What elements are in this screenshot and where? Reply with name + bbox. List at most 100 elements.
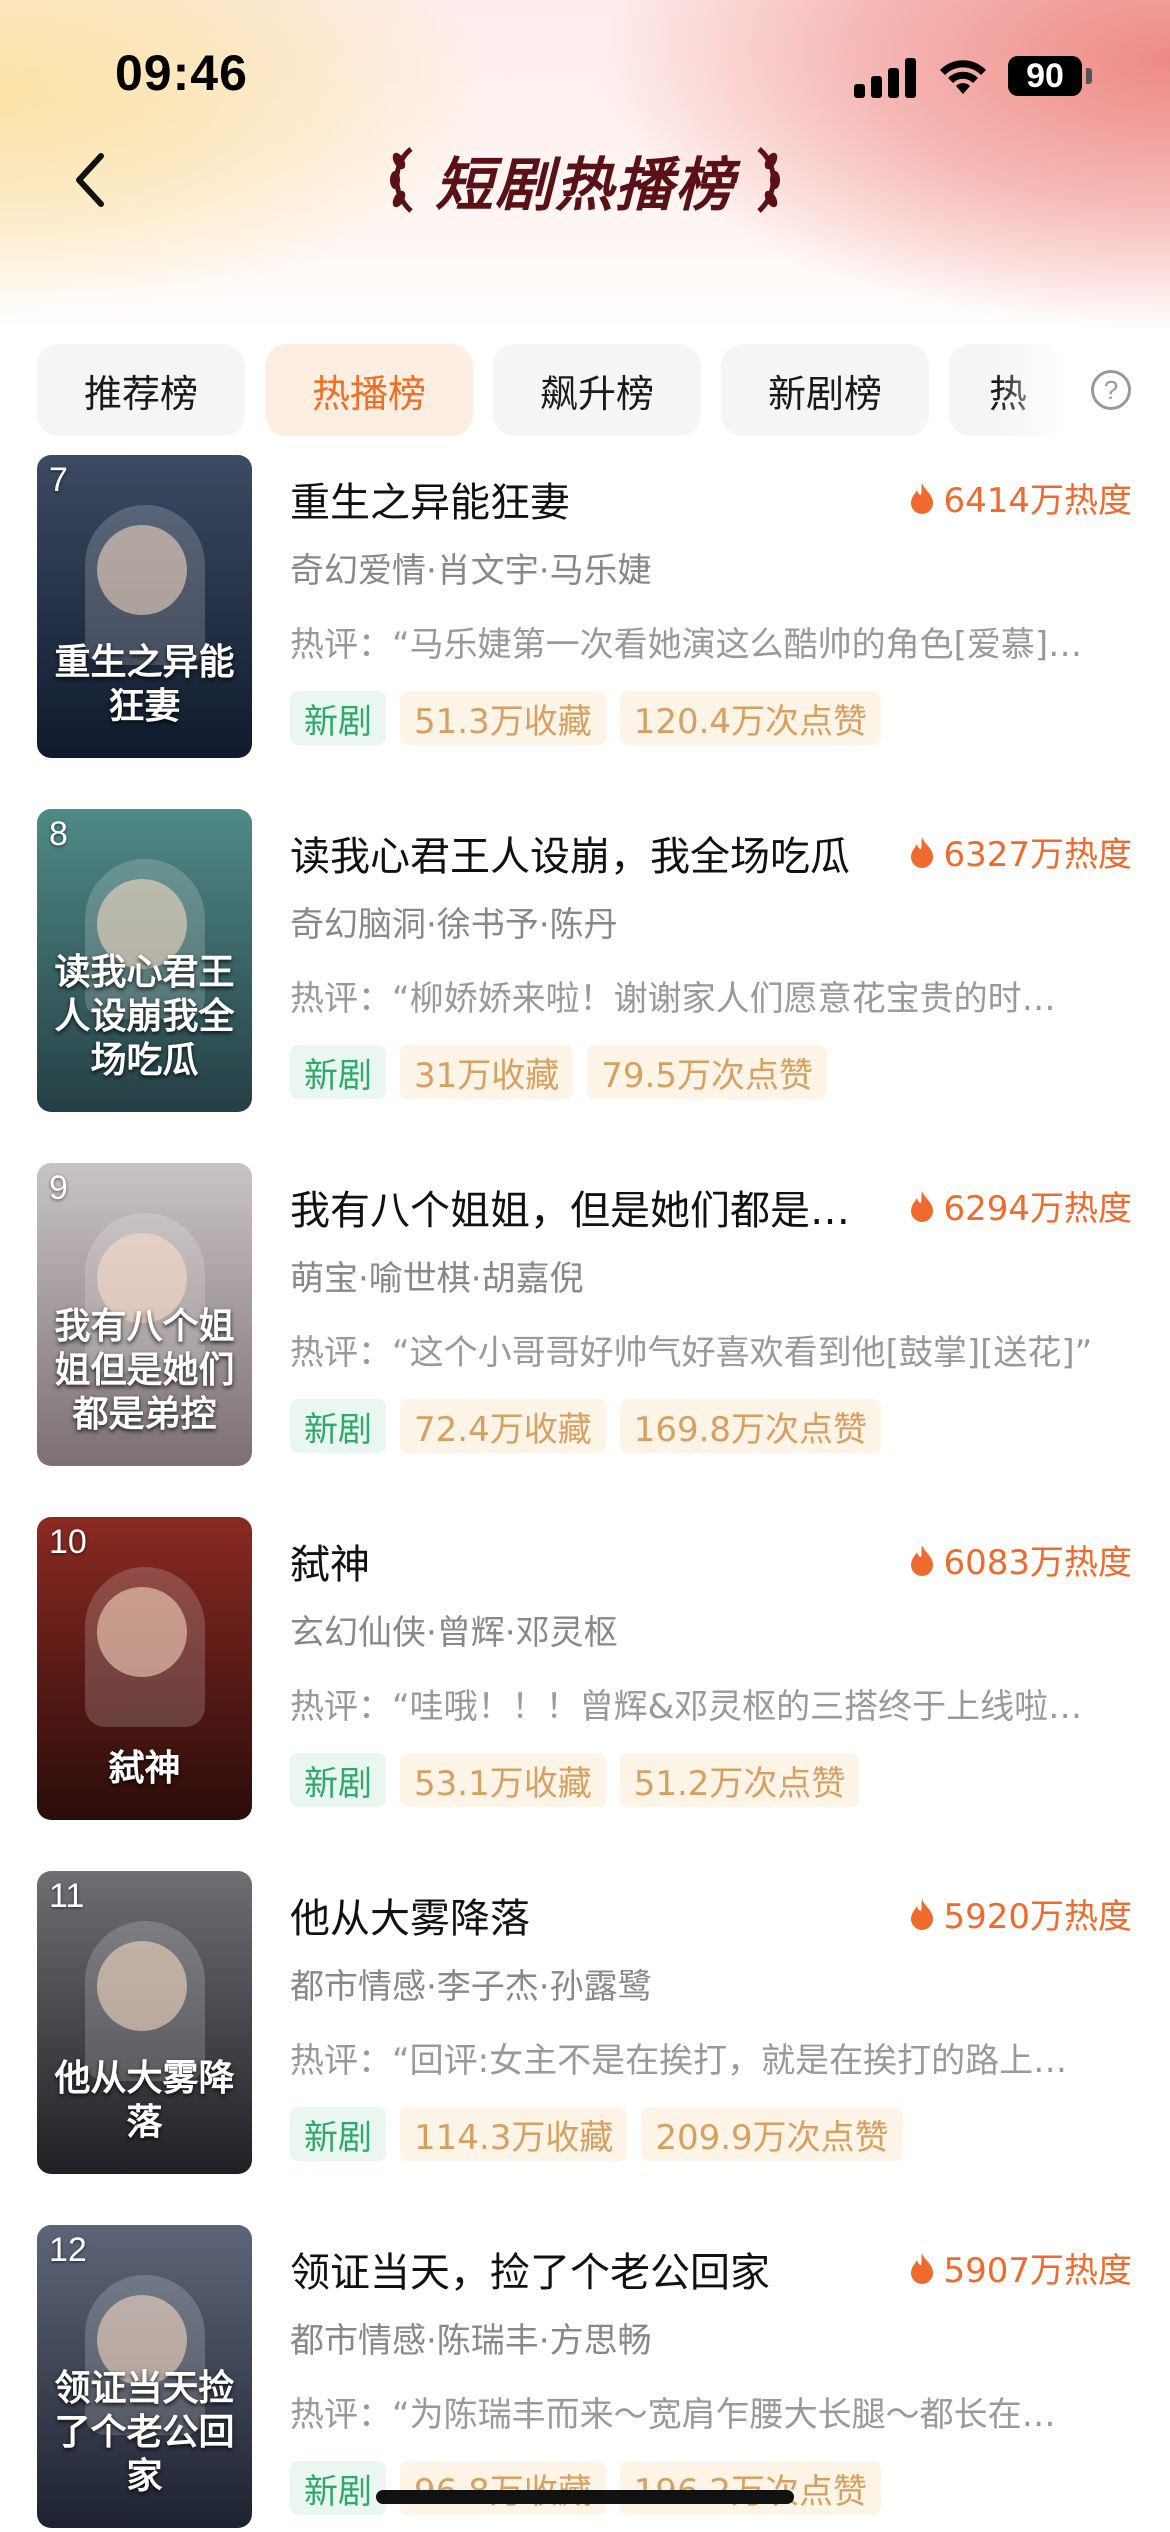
flame-icon [911,1898,934,1930]
wifi-icon [940,60,986,94]
tab-hot-play[interactable]: 热播榜 [265,344,473,436]
poster-title-art: 他从大雾降落 [54,2057,235,2143]
heat-score: 6294万热度 [909,1181,1132,1230]
rank-number: 11 [49,1877,85,1915]
list-item[interactable]: 读我心君王人设崩我全场吃瓜 8 读我心君王人设崩，我全场吃瓜 6327万热度 奇… [0,809,1170,1119]
poster-face [97,1587,187,1677]
hot-review: 热评：“为陈瑞丰而来～宽肩乍腰大长腿～都长在… [290,2395,1056,2435]
tag-favorites: 31万收藏 [400,1045,574,1099]
drama-poster[interactable]: 领证当天捡了个老公回家 12 [37,2225,252,2528]
heat-value: 5920万热度 [943,1897,1132,1937]
poster-title-art: 我有八个姐姐但是她们都是弟控 [54,1305,235,1435]
tag-likes: 120.4万次点赞 [619,691,882,745]
laurel-left-icon [389,147,413,213]
tag-new: 新剧 [290,1399,386,1453]
drama-poster[interactable]: 读我心君王人设崩我全场吃瓜 8 [37,809,252,1112]
rank-number: 8 [49,815,68,853]
drama-meta: 奇幻脑洞·徐书予·陈丹 [290,905,618,945]
drama-meta: 萌宝·喻世棋·胡嘉倪 [290,1259,584,1299]
tag-new: 新剧 [290,2461,386,2515]
drama-meta: 都市情感·李子杰·孙露鹭 [290,1967,652,2007]
rank-number: 7 [49,461,68,499]
heat-score: 6083万热度 [909,1535,1132,1584]
laurel-right-icon [757,147,780,213]
ranking-tabs: 推荐榜 热播榜 飙升榜 新剧榜 热 [0,344,1170,436]
list-item[interactable]: 领证当天捡了个老公回家 12 领证当天，捡了个老公回家 5907万热度 都市情感… [0,2225,1170,2532]
drama-title[interactable]: 重生之异能狂妻 [290,470,890,528]
drama-meta: 奇幻爱情·肖文宇·马乐婕 [290,551,652,591]
tag-new: 新剧 [290,1753,386,1807]
list-item[interactable]: 他从大雾降落 11 他从大雾降落 5920万热度 都市情感·李子杰·孙露鹭 热评… [0,1871,1170,2181]
battery-tip [1086,68,1092,84]
tag-new: 新剧 [290,691,386,745]
tab-rising[interactable]: 飙升榜 [493,344,701,436]
tag-likes: 196.2万次点赞 [619,2461,882,2515]
drama-poster[interactable]: 重生之异能狂妻 7 [37,455,252,758]
tag-favorites: 96.8万收藏 [400,2461,606,2515]
tag-new: 新剧 [290,1045,386,1099]
drama-title[interactable]: 我有八个姐姐，但是她们都是… [290,1178,890,1236]
help-icon[interactable]: ? [1091,370,1131,410]
tag-new: 新剧 [290,2107,386,2161]
hot-review: 热评：“回评:女主不是在挨打，就是在挨打的路上… [290,2041,1068,2081]
heat-value: 6083万热度 [943,1543,1132,1583]
flame-icon [911,2252,934,2284]
heat-value: 5907万热度 [943,2251,1132,2291]
list-item[interactable]: 弑神 10 弑神 6083万热度 玄幻仙侠·曾辉·邓灵枢 热评：“哇哦！！！曾辉… [0,1517,1170,1827]
poster-title-art: 重生之异能狂妻 [54,641,235,727]
drama-poster[interactable]: 他从大雾降落 11 [37,1871,252,2174]
heat-score: 5907万热度 [909,2243,1132,2292]
tag-likes: 169.8万次点赞 [619,1399,882,1453]
tag-favorites: 51.3万收藏 [400,691,606,745]
tag-row: 新剧 53.1万收藏 51.2万次点赞 [290,1753,860,1807]
drama-title[interactable]: 领证当天，捡了个老公回家 [290,2240,890,2298]
tag-favorites: 114.3万收藏 [400,2107,628,2161]
hot-review: 热评：“哇哦！！！曾辉&邓灵枢的三搭终于上线啦… [290,1687,1083,1727]
poster-title-art: 读我心君王人设崩我全场吃瓜 [54,951,235,1081]
list-item[interactable]: 我有八个姐姐但是她们都是弟控 9 我有八个姐姐，但是她们都是… 6294万热度 … [0,1163,1170,1473]
poster-face [97,525,187,615]
tab-new[interactable]: 新剧榜 [721,344,929,436]
heat-score: 6414万热度 [909,473,1132,522]
tag-likes: 209.9万次点赞 [641,2107,903,2161]
nav-bar: 短剧热播榜 [0,130,1170,230]
poster-title-art: 弑神 [108,1747,181,1789]
drama-poster[interactable]: 我有八个姐姐但是她们都是弟控 9 [37,1163,252,1466]
home-indicator [376,2490,794,2504]
tag-row: 新剧 114.3万收藏 209.9万次点赞 [290,2107,903,2161]
page-title: 短剧热播榜 [434,151,735,219]
title-wrap: 短剧热播榜 [0,130,1170,230]
poster-face [97,1941,187,2031]
drama-title[interactable]: 弑神 [290,1532,890,1590]
poster-title-art: 领证当天捡了个老公回家 [54,2367,235,2497]
rank-number: 10 [49,1523,87,1561]
tag-favorites: 53.1万收藏 [400,1753,606,1807]
hot-review: 热评：“这个小哥哥好帅气好喜欢看到他[鼓掌][送花]” [290,1333,1093,1373]
drama-poster[interactable]: 弑神 10 [37,1517,252,1820]
tag-row: 新剧 72.4万收藏 169.8万次点赞 [290,1399,882,1453]
drama-title[interactable]: 读我心君王人设崩，我全场吃瓜 [290,824,890,882]
flame-icon [911,1190,934,1222]
heat-score: 6327万热度 [909,827,1132,876]
heat-value: 6327万热度 [943,835,1132,875]
tag-likes: 79.5万次点赞 [587,1045,827,1099]
flame-icon [911,836,934,868]
tab-hot-search[interactable]: 热 [949,344,1069,436]
tag-favorites: 72.4万收藏 [400,1399,606,1453]
list-item[interactable]: 重生之异能狂妻 7 重生之异能狂妻 6414万热度 奇幻爱情·肖文宇·马乐婕 热… [0,455,1170,765]
tab-recommend[interactable]: 推荐榜 [37,344,245,436]
battery-icon: 90 [1008,56,1082,96]
flame-icon [911,1544,934,1576]
cellular-signal-icon [854,58,916,98]
rank-number: 12 [49,2231,87,2269]
rank-number: 9 [49,1169,68,1207]
tag-row: 新剧 31万收藏 79.5万次点赞 [290,1045,827,1099]
status-time: 09:46 [115,45,248,101]
drama-title[interactable]: 他从大雾降落 [290,1886,890,1944]
tag-likes: 51.2万次点赞 [619,1753,860,1807]
hot-review: 热评：“柳娇娇来啦！谢谢家人们愿意花宝贵的时… [290,979,1056,1019]
flame-icon [911,482,934,514]
heat-value: 6294万热度 [943,1189,1132,1229]
tag-row: 新剧 51.3万收藏 120.4万次点赞 [290,691,882,745]
status-bar: 09:46 90 [0,0,1170,150]
